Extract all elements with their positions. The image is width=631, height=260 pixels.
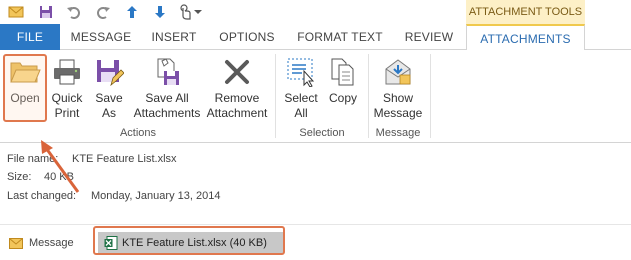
select-all-icon xyxy=(284,53,318,91)
save-as-label-line2: As xyxy=(101,106,116,120)
group-separator xyxy=(430,54,431,138)
group-separator xyxy=(368,54,369,138)
save-all-icon xyxy=(150,53,184,91)
attachment-tools-context-title: ATTACHMENT TOOLS xyxy=(466,0,585,24)
envelope-icon[interactable] xyxy=(6,2,26,22)
copy-label: Copy xyxy=(328,91,357,105)
tab-file[interactable]: FILE xyxy=(0,24,60,50)
file-name-value: KTE Feature List.xlsx xyxy=(72,153,177,165)
tab-attachments[interactable]: ATTACHMENTS xyxy=(466,24,585,51)
quick-print-label-line2: Print xyxy=(54,106,80,120)
save-as-button[interactable]: Save As xyxy=(90,53,128,121)
select-all-label-line2: All xyxy=(294,106,308,120)
group-separator xyxy=(275,54,276,138)
customize-dropdown-icon[interactable] xyxy=(192,2,204,22)
select-all-button[interactable]: Select All xyxy=(281,53,321,121)
save-as-label-line1: Save xyxy=(95,91,123,105)
save-as-icon xyxy=(92,53,126,91)
remove-label-line1: Remove xyxy=(214,91,260,105)
file-name-label: File name: xyxy=(7,153,59,165)
last-changed-row: Last changed: Monday, January 13, 2014 xyxy=(7,190,220,202)
size-label: Size: xyxy=(7,171,32,183)
show-message-label-line1: Show xyxy=(382,91,414,105)
last-changed-value: Monday, January 13, 2014 xyxy=(91,190,221,202)
size-value: 40 KB xyxy=(44,171,74,183)
copy-icon xyxy=(326,53,360,91)
selection-group-label: Selection xyxy=(299,127,345,139)
show-message-label-line2: Message xyxy=(373,106,423,120)
message-label: Message xyxy=(29,237,74,249)
save-all-attachments-button[interactable]: Save All Attachments xyxy=(131,53,203,121)
last-changed-label: Last changed: xyxy=(7,190,77,202)
copy-button[interactable]: Copy xyxy=(324,53,362,106)
remove-attachment-button[interactable]: Remove Attachment xyxy=(204,53,270,121)
attachment-info-panel: File name: KTE Feature List.xlsx Size: 4… xyxy=(0,143,631,223)
tab-options[interactable]: OPTIONS xyxy=(208,24,286,50)
tab-insert[interactable]: INSERT xyxy=(142,24,206,50)
show-message-button[interactable]: Show Message xyxy=(372,53,424,121)
save-icon[interactable] xyxy=(36,2,56,22)
message-item[interactable]: Message xyxy=(9,235,74,251)
actions-group-label: Actions xyxy=(119,127,157,139)
show-message-icon xyxy=(381,53,415,91)
attachment-highlight xyxy=(93,226,285,255)
redo-icon[interactable] xyxy=(93,2,113,22)
file-name-row: File name: KTE Feature List.xlsx xyxy=(7,153,177,165)
down-arrow-icon[interactable] xyxy=(150,2,170,22)
tab-review[interactable]: REVIEW xyxy=(394,24,464,50)
save-all-label-line2: Attachments xyxy=(133,106,201,120)
ribbon-tab-bar: FILE MESSAGE INSERT OPTIONS FORMAT TEXT … xyxy=(0,24,631,51)
remove-x-icon xyxy=(220,53,254,91)
tab-message[interactable]: MESSAGE xyxy=(62,24,140,50)
open-button-highlight xyxy=(3,54,47,122)
select-all-label-line1: Select xyxy=(284,91,318,105)
undo-icon[interactable] xyxy=(64,2,84,22)
save-all-label-line1: Save All xyxy=(145,91,189,105)
message-group-label: Message xyxy=(375,127,421,139)
up-arrow-icon[interactable] xyxy=(122,2,142,22)
remove-label-line2: Attachment xyxy=(206,106,268,120)
size-row: Size: 40 KB xyxy=(7,171,74,183)
quick-print-button[interactable]: Quick Print xyxy=(48,53,86,121)
tab-format-text[interactable]: FORMAT TEXT xyxy=(288,24,392,50)
printer-icon xyxy=(50,53,84,91)
envelope-icon xyxy=(9,237,23,249)
quick-access-toolbar: ATTACHMENT TOOLS xyxy=(0,0,631,24)
ribbon-panel: Open Quick Print Save As Save All Attach… xyxy=(0,50,631,143)
quick-print-label-line1: Quick xyxy=(51,91,83,105)
